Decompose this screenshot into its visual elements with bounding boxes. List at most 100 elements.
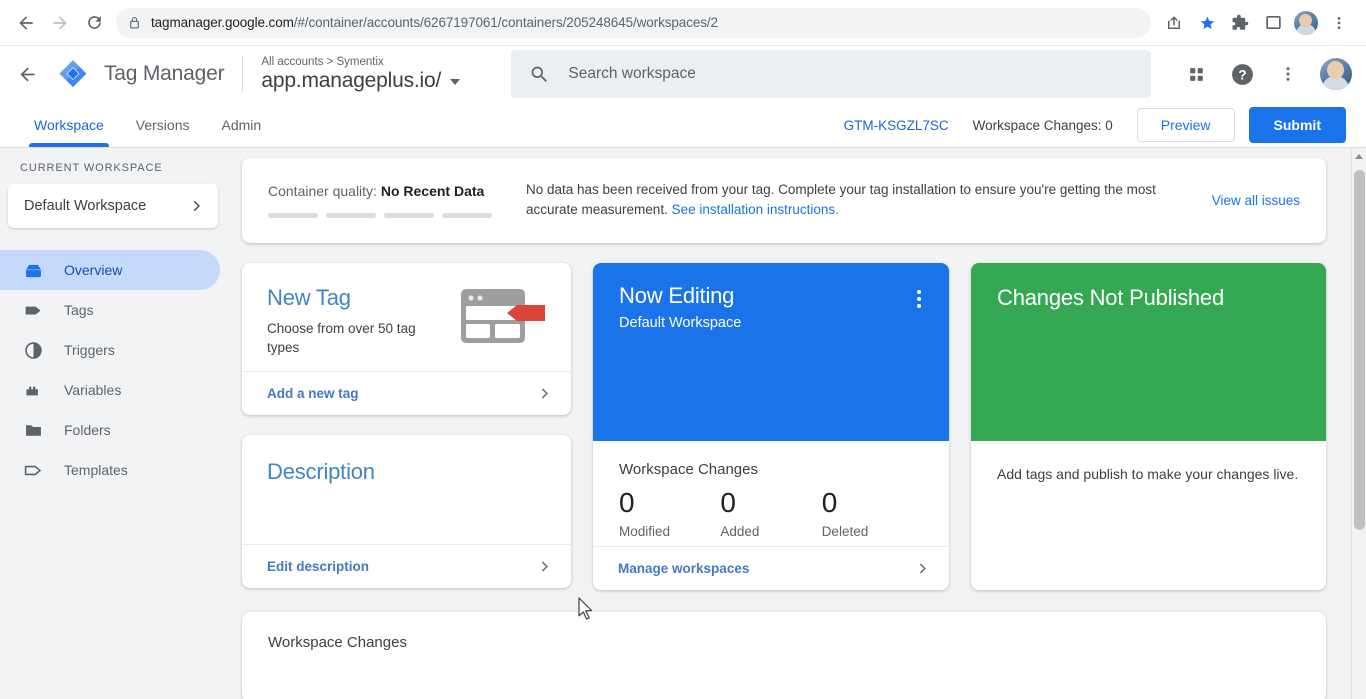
stat-deleted: 0 Deleted [821,487,923,540]
scroll-up-arrow-icon[interactable] [1355,154,1363,159]
add-new-tag-link[interactable]: Add a new tag [242,370,572,415]
not-published-text: Add tags and publish to make your change… [997,465,1299,482]
quality-bar [442,212,492,218]
browser-nav-buttons [10,7,110,39]
edit-description-link[interactable]: Edit description [242,543,572,588]
browser-toolbar: tagmanager.google.com/#/container/accoun… [0,0,1366,45]
quality-bars [268,212,500,218]
now-editing-subtitle: Default Workspace [619,314,742,331]
reload-button[interactable] [78,7,110,39]
chevron-right-icon [919,562,926,574]
address-bar[interactable]: tagmanager.google.com/#/container/accoun… [116,7,1151,38]
share-icon [1168,15,1180,29]
now-editing-menu-button[interactable] [907,283,931,441]
view-all-issues-link[interactable]: View all issues [1196,193,1300,208]
app-header: Tag Manager All accounts > Symentix app.… [0,46,1366,102]
browser-menu-button[interactable] [1324,8,1354,38]
forward-button[interactable] [44,7,76,39]
share-button[interactable] [1159,8,1189,38]
stat-label: Deleted [821,524,869,540]
url-path: /#/container/accounts/6267197061/contain… [293,15,718,30]
sidebar-item-label: Triggers [64,342,115,358]
sidebar-item-overview[interactable]: Overview [0,250,220,290]
not-published-body: Add tags and publish to make your change… [971,441,1326,590]
page-scrollbar[interactable] [1351,148,1366,699]
tag-manager-app: Tag Manager All accounts > Symentix app.… [0,45,1366,699]
url-host: tagmanager.google.com [151,15,294,30]
container-name: app.manageplus.io/ [261,68,442,92]
quality-bar [384,212,434,218]
stat-label: Modified [619,524,671,540]
help-button[interactable]: ? [1222,54,1262,94]
manage-workspaces-link[interactable]: Manage workspaces [593,545,950,590]
submit-button[interactable]: Submit [1248,107,1346,143]
workspace-changes-section: Workspace Changes [242,611,1326,699]
header-more-button[interactable] [1268,54,1308,94]
search-placeholder: Search workspace [568,65,696,82]
brand-link[interactable]: Tag Manager [46,57,244,91]
trigger-icon [22,340,44,361]
extensions-button[interactable] [1225,8,1255,38]
back-button[interactable] [10,7,42,39]
sidebar-item-variables[interactable]: Variables [0,370,220,410]
breadcrumb-path: All accounts > Symentix [261,55,384,68]
sidebar-item-tags[interactable]: Tags [0,290,220,330]
side-panel-icon [1265,15,1281,30]
now-editing-heading: Now Editing Default Workspace [619,283,907,441]
sidebar-item-triggers[interactable]: Triggers [0,330,220,370]
lock-icon [130,16,139,28]
container-quality-banner: Container quality: No Recent Data No dat… [242,158,1326,243]
installation-instructions-link[interactable]: See installation instructions. [672,202,839,217]
tab-versions[interactable]: Versions [122,102,204,147]
side-panel-button[interactable] [1258,8,1288,38]
kebab-menu-icon [917,296,922,301]
help-circle-icon: ? [1231,63,1253,85]
sidebar-nav: Overview Tags Triggers Variables Folders… [0,250,228,490]
tab-label: Versions [135,116,190,133]
puzzle-icon [1232,14,1249,30]
brand-name: Tag Manager [104,62,225,85]
manage-workspaces-label: Manage workspaces [618,560,750,576]
tab-admin[interactable]: Admin [207,102,275,147]
stat-label: Added [720,524,760,540]
header-actions: ? [1176,54,1352,94]
sidebar-item-label: Variables [64,382,122,398]
tag-manager-logo [59,60,87,88]
workspace-selector[interactable]: Default Workspace [8,184,218,228]
overview-card-grid: New Tag Choose from over 50 tag types Ad… [242,262,1326,590]
preview-button[interactable]: Preview [1136,108,1235,142]
container-selector[interactable]: app.manageplus.io/ [261,69,483,93]
browser-tag-illustration [459,285,551,371]
tab-workspace[interactable]: Workspace [20,102,118,147]
container-id[interactable]: GTM-KSGZL7SC [844,118,949,133]
changes-not-published-card: Changes Not Published Add tags and publi… [971,262,1326,590]
new-tag-subtitle: Choose from over 50 tag types [267,320,416,356]
breadcrumb[interactable]: All accounts > Symentix app.manageplus.i… [243,56,483,93]
tab-actions: GTM-KSGZL7SC Workspace Changes: 0 Previe… [844,107,1346,147]
sidebar-item-folders[interactable]: Folders [0,410,220,450]
card-column-right: Changes Not Published Add tags and publi… [971,262,1326,590]
tag-icon [22,300,44,321]
apps-button[interactable] [1176,54,1216,94]
sidebar-item-label: Overview [64,262,123,278]
overview-icon [22,260,44,281]
search-icon [532,66,548,82]
chevron-right-icon [193,200,200,212]
bookmark-button[interactable] [1192,8,1222,38]
kebab-menu-icon [917,303,922,308]
variables-icon [22,380,44,401]
search-input[interactable]: Search workspace [511,50,1152,98]
scrollbar-thumb[interactable] [1354,170,1365,530]
kebab-menu-icon [917,289,922,294]
sidebar-item-label: Templates [64,462,128,478]
sidebar-item-label: Tags [64,302,94,318]
app-body: CURRENT WORKSPACE Default Workspace Over… [0,148,1366,699]
account-avatar[interactable] [1320,58,1352,90]
app-back-button[interactable] [8,55,46,93]
not-published-title: Changes Not Published [997,284,1224,310]
sidebar-item-templates[interactable]: Templates [0,450,220,490]
primary-tabs: Workspace Versions Admin GTM-KSGZL7SC Wo… [0,102,1366,148]
browser-profile-button[interactable] [1291,8,1321,38]
sidebar-section-label: CURRENT WORKSPACE [20,162,163,174]
three-dot-menu-icon [1286,67,1290,81]
